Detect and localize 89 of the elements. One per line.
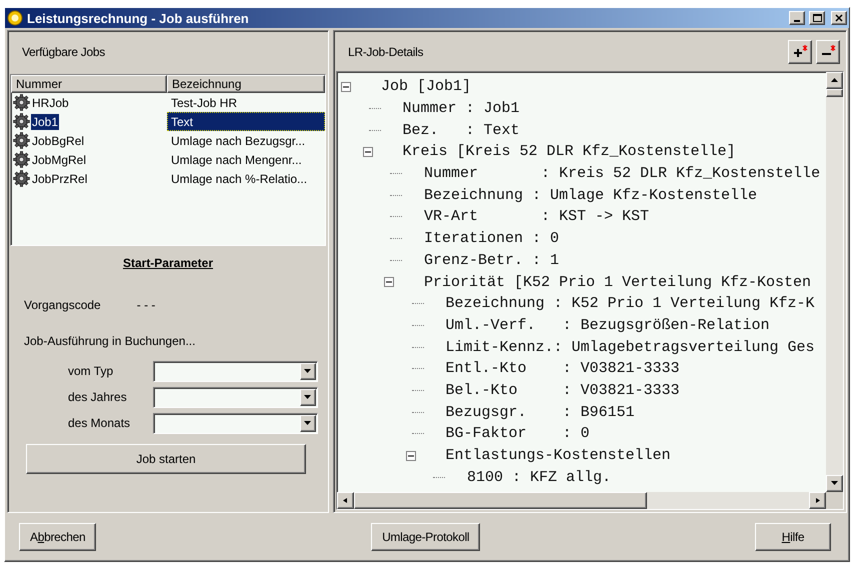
tree-item[interactable]: Entl.-Kto : V03821-3333 [446,360,680,378]
job-number[interactable]: Job1 [31,114,60,130]
dialog-button[interactable]: Umlage-Protokoll [371,523,480,551]
tree-item[interactable]: Bezugsgr. : B96151 [446,404,635,421]
close-icon [835,14,843,22]
field-label: Vorgangscode [24,298,101,312]
scrollbar-thumb[interactable] [354,492,647,509]
field-label: des Jahres [67,390,128,404]
caret-icon [304,394,312,400]
collapse-toggle[interactable] [384,277,394,288]
job-number[interactable]: JobBgRel [31,132,86,148]
panel-title: Verfügbare Jobs [22,45,105,59]
tree-item[interactable]: Limit-Kennz.: Umlagebetragsverteilung Ges [446,338,815,356]
start-button[interactable]: Job starten [26,444,306,474]
scroll-down-button[interactable] [826,475,843,492]
dialog-button[interactable]: Abbrechen [19,523,96,551]
dropdown-field[interactable] [153,386,318,408]
vertical-scrollbar[interactable] [826,72,843,492]
job-description[interactable]: Test-Job HR [167,93,325,112]
tree-item[interactable]: VR-Art : KST -> KST [424,208,650,226]
job-description[interactable]: Umlage nach %-Relatio... [167,169,325,188]
gear-icon [13,170,30,187]
minus-icon [343,84,349,90]
tree-item[interactable]: Nummer : Job1 [402,100,520,118]
tree-item[interactable]: Uml.-Verf. : Bezugsgrößen-Relation [446,316,770,334]
arrow-up-icon [830,78,838,83]
tree-item[interactable]: Job [Job1] [381,78,472,96]
job-number[interactable]: HRJob [31,94,70,110]
scrollbar-thumb[interactable] [826,89,843,97]
maximize-icon [812,14,822,22]
job-number[interactable]: JobPrzRel [31,170,88,186]
job-description[interactable]: Umlage nach Mengenr... [167,150,325,169]
expand-all-button[interactable] [788,40,812,64]
collapse-toggle[interactable] [406,450,416,461]
gear-icon [13,151,30,168]
tree-item[interactable]: Bezeichnung : K52 Prio 1 Verteilung Kfz-K [446,295,815,312]
minus-icon [408,452,414,459]
tree-item[interactable]: Nummer : Kreis 52 DLR Kfz_Kostenstelle [424,165,820,182]
minimize-button[interactable] [789,11,805,25]
scrollbar-corner [826,492,843,509]
gear-icon [13,132,30,149]
tree-item[interactable]: Grenz-Betr. : 1 [424,252,560,269]
app-icon [7,10,23,26]
dropdown-button[interactable] [300,362,316,380]
field-label: des Monats [67,416,132,430]
section-label: Job-Ausführung in Buchungen... [24,334,196,348]
scroll-left-button[interactable] [337,492,354,509]
panel-title: LR-Job-Details [348,45,424,59]
collapse-all-button[interactable] [816,40,840,64]
arrow-left-icon [342,498,350,503]
window-title: Leistungsrechnung - Job ausführen [27,10,250,26]
maximize-button[interactable] [809,11,825,25]
scroll-right-button[interactable] [809,492,826,509]
job-description[interactable]: Umlage nach Bezugsgr... [167,131,325,150]
collapse-toggle[interactable] [362,146,372,157]
tree-item[interactable]: Iterationen : 0 [424,230,560,248]
horizontal-scrollbar[interactable] [337,492,826,509]
field-value: - - - [136,298,156,312]
caret-icon [304,420,312,426]
arrow-right-icon [814,498,822,503]
dropdown-field[interactable] [153,412,318,434]
gear-icon [13,113,30,130]
plus-icon [792,45,808,59]
tree-item[interactable]: Bez. : Text [402,122,520,139]
tree-item[interactable]: 8100 : KFZ allg. [467,468,612,486]
section-title: Start-Parameter [122,256,214,270]
close-button[interactable] [831,11,847,25]
tree-item[interactable]: Bezeichnung : Umlage Kfz-Kostenstelle [424,186,758,204]
tree-item[interactable]: Bel.-Kto : V03821-3333 [446,382,680,399]
field-label: vom Typ [67,364,114,378]
arrow-down-icon [830,481,838,486]
dialog-button[interactable]: Hilfe [755,523,831,551]
column-header[interactable]: Nummer [11,75,167,93]
caret-icon [304,368,312,374]
collapse-toggle[interactable] [341,82,351,92]
gear-icon [13,94,30,111]
tree-item[interactable]: Kreis [Kreis 52 DLR Kfz_Kostenstelle] [402,143,736,160]
tree-item[interactable]: Priorität [K52 Prio 1 Verteilung Kfz-Kosten [424,274,812,291]
dropdown-button[interactable] [300,414,316,432]
scroll-up-button[interactable] [826,72,843,89]
column-header[interactable]: Bezeichnung [167,75,325,93]
tree-item[interactable]: Entlastungs-Kostenstellen [446,447,671,464]
job-description[interactable]: Text [167,112,325,131]
job-number[interactable]: JobMgRel [31,152,88,168]
dropdown-button[interactable] [300,388,316,406]
minus-icon [386,279,392,286]
tree-item[interactable]: BG-Faktor : 0 [446,425,590,442]
minus-icon [364,148,370,155]
dropdown-field[interactable] [153,360,318,382]
